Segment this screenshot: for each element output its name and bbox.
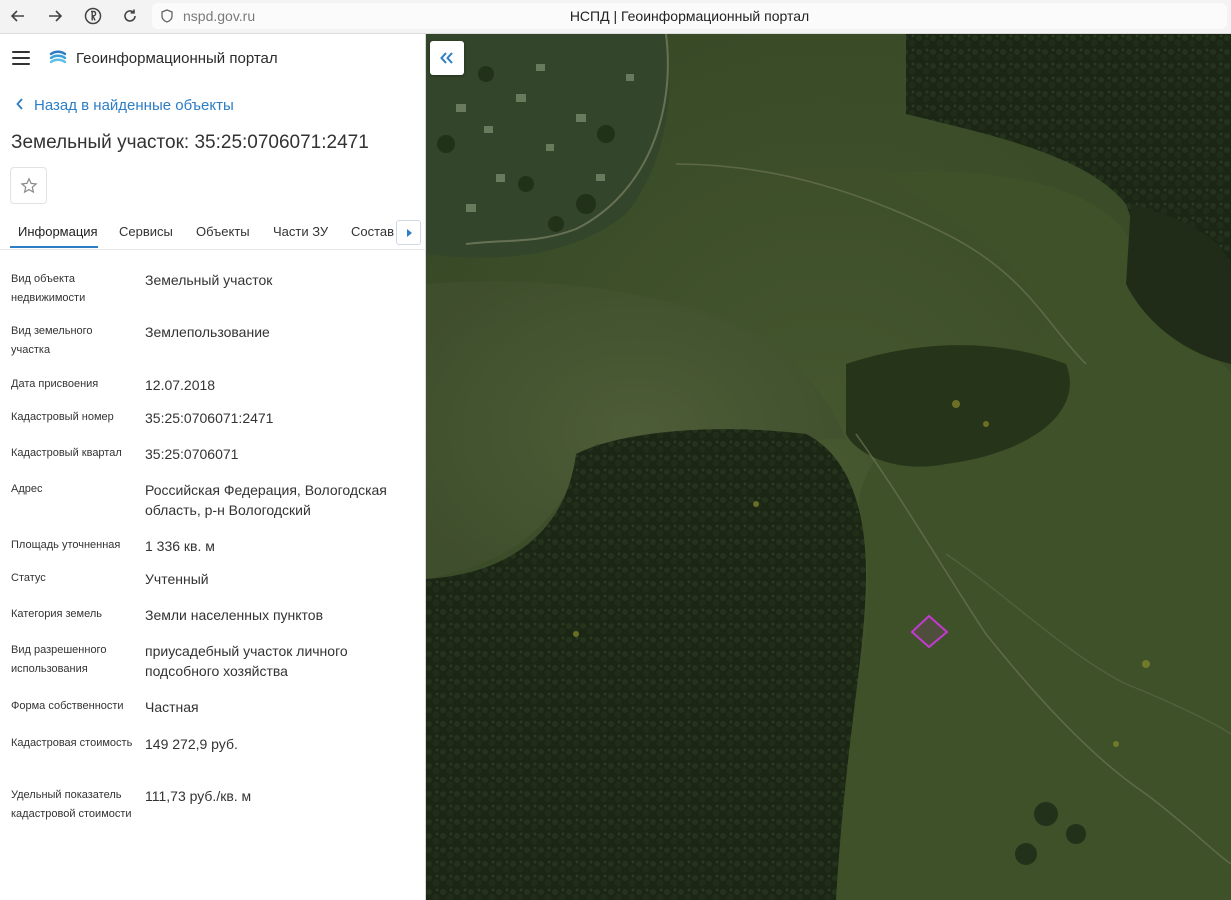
attribute-label: Вид объекта недвижимости [11,273,86,304]
back-arrow-icon[interactable] [6,5,30,27]
portal-logo-icon [48,48,68,73]
attribute-label: Удельный показатель кадастровой стоимост… [11,789,132,820]
attribute-label: Форма собственности [11,700,124,712]
star-icon [19,176,38,193]
attribute-value: 35:25:0706071:2471 [145,410,274,426]
attribute-value: 149 272,9 руб. [145,736,238,752]
reload-icon[interactable] [118,5,142,27]
chevron-left-icon [16,97,24,114]
favorite-button[interactable] [10,167,47,204]
page-tab-title: НСПД | Геоинформационный портал [569,8,810,24]
back-to-results-link[interactable]: Назад в найденные объекты [16,97,234,114]
forward-arrow-icon[interactable] [43,5,67,27]
tab-bar: Информация Сервисы Объекты Части ЗУ Сост… [0,214,426,250]
yandex-icon[interactable] [81,5,105,27]
double-chevron-left-icon [440,52,453,64]
attribute-value: 1 336 кв. м [145,538,215,554]
attribute-label: Статус [11,572,46,584]
attribute-label: Кадастровый квартал [11,447,122,459]
attribute-label: Вид земельного участка [11,325,93,356]
shield-icon[interactable] [160,9,174,28]
menu-icon[interactable] [12,51,30,65]
tab-composition[interactable]: Состав [351,224,394,239]
attribute-label: Категория земель [11,608,102,620]
collapse-panel-button[interactable] [430,41,464,75]
info-panel: Геоинформационный портал Назад в найденн… [0,34,426,900]
tabs-scroll-right-button[interactable] [396,220,421,245]
attribute-label: Площадь уточненная [11,539,121,551]
browser-toolbar: nspd.gov.ru НСПД | Геоинформационный пор… [0,0,1231,34]
tab-information[interactable]: Информация [18,224,98,239]
attribute-value: Земли населенных пунктов [145,607,324,623]
attribute-value: Земельный участок [145,272,273,288]
attribute-label: Кадастровая стоимость [11,737,133,749]
tab-parts[interactable]: Части ЗУ [273,224,328,239]
attribute-value: 111,73 руб./кв. м [145,788,252,804]
attribute-value: Российская Федерация, Вологодская област… [145,482,387,518]
page-title: Земельный участок: 35:25:0706071:2471 [11,132,369,153]
back-link-label: Назад в найденные объекты [34,97,234,114]
attribute-value: Частная [145,699,199,715]
satellite-map[interactable] [426,34,1231,900]
attribute-label: Дата присвоения [11,378,99,390]
satellite-imagery[interactable] [426,34,1231,900]
attribute-label: Адрес [11,483,43,495]
attribute-value: 35:25:0706071 [145,446,239,462]
attribute-value: Учтенный [145,571,209,587]
active-tab-indicator [10,246,98,248]
url-text[interactable]: nspd.gov.ru [183,8,255,24]
address-bar[interactable]: nspd.gov.ru НСПД | Геоинформационный пор… [152,3,1227,29]
tab-objects[interactable]: Объекты [196,224,250,239]
attribute-value: 12.07.2018 [145,377,216,393]
attribute-value: приусадебный участок личного подсобного … [145,643,348,679]
attribute-label: Кадастровый номер [11,411,114,423]
app-title: Геоинформационный портал [76,50,278,67]
attribute-label: Вид разрешенного использования [11,644,107,675]
caret-right-icon [406,228,412,237]
tab-services[interactable]: Сервисы [119,224,173,239]
attribute-value: Землепользование [145,324,270,340]
tabs-divider [0,249,426,250]
